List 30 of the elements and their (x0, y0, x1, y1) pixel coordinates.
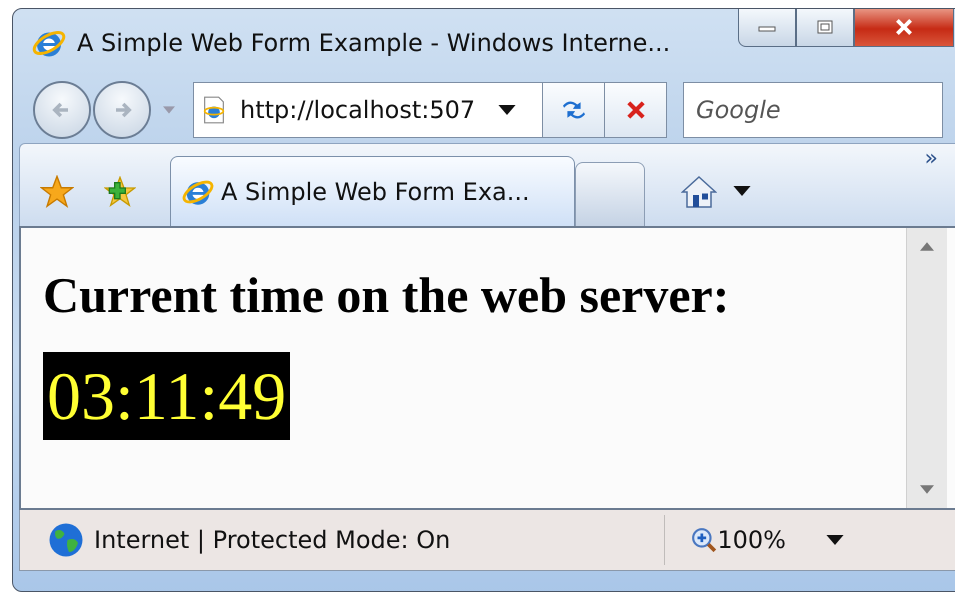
zoom-dropdown-caret-icon[interactable] (826, 535, 844, 545)
vertical-scrollbar[interactable] (906, 228, 947, 508)
maximize-button[interactable] (796, 9, 854, 47)
close-icon (893, 18, 915, 36)
toolbar-overflow-chevron[interactable]: » (924, 146, 938, 171)
server-time-display: 03:11:49 (43, 352, 290, 440)
search-field[interactable]: Google (683, 82, 943, 138)
stop-button[interactable] (605, 82, 667, 138)
scroll-down-icon[interactable] (920, 485, 934, 494)
maximize-icon (815, 19, 835, 35)
zoom-in-icon (691, 527, 718, 553)
browser-tab[interactable]: A Simple Web Form Exa... (170, 156, 575, 226)
zoom-button[interactable]: 100% (691, 526, 786, 554)
security-zone-status[interactable]: Internet | Protected Mode: On (94, 526, 450, 554)
home-dropdown-caret-icon[interactable] (733, 186, 751, 196)
scroll-up-icon[interactable] (920, 242, 934, 251)
star-plus-icon (104, 176, 136, 208)
refresh-button[interactable] (543, 82, 605, 138)
home-icon (681, 174, 717, 210)
address-field[interactable]: http://localhost:507 (193, 82, 543, 138)
globe-icon (48, 522, 84, 558)
page-icon (202, 96, 226, 124)
window-title: A Simple Web Form Example - Windows Interne... (77, 29, 670, 57)
close-button[interactable] (854, 9, 954, 47)
new-tab-button[interactable] (575, 162, 645, 226)
minimize-button[interactable] (738, 9, 796, 47)
page-heading: Current time on the web server: (43, 266, 730, 324)
url-input[interactable]: http://localhost:507 (240, 96, 498, 124)
star-icon (40, 175, 74, 209)
address-dropdown-caret-icon[interactable] (498, 105, 516, 115)
